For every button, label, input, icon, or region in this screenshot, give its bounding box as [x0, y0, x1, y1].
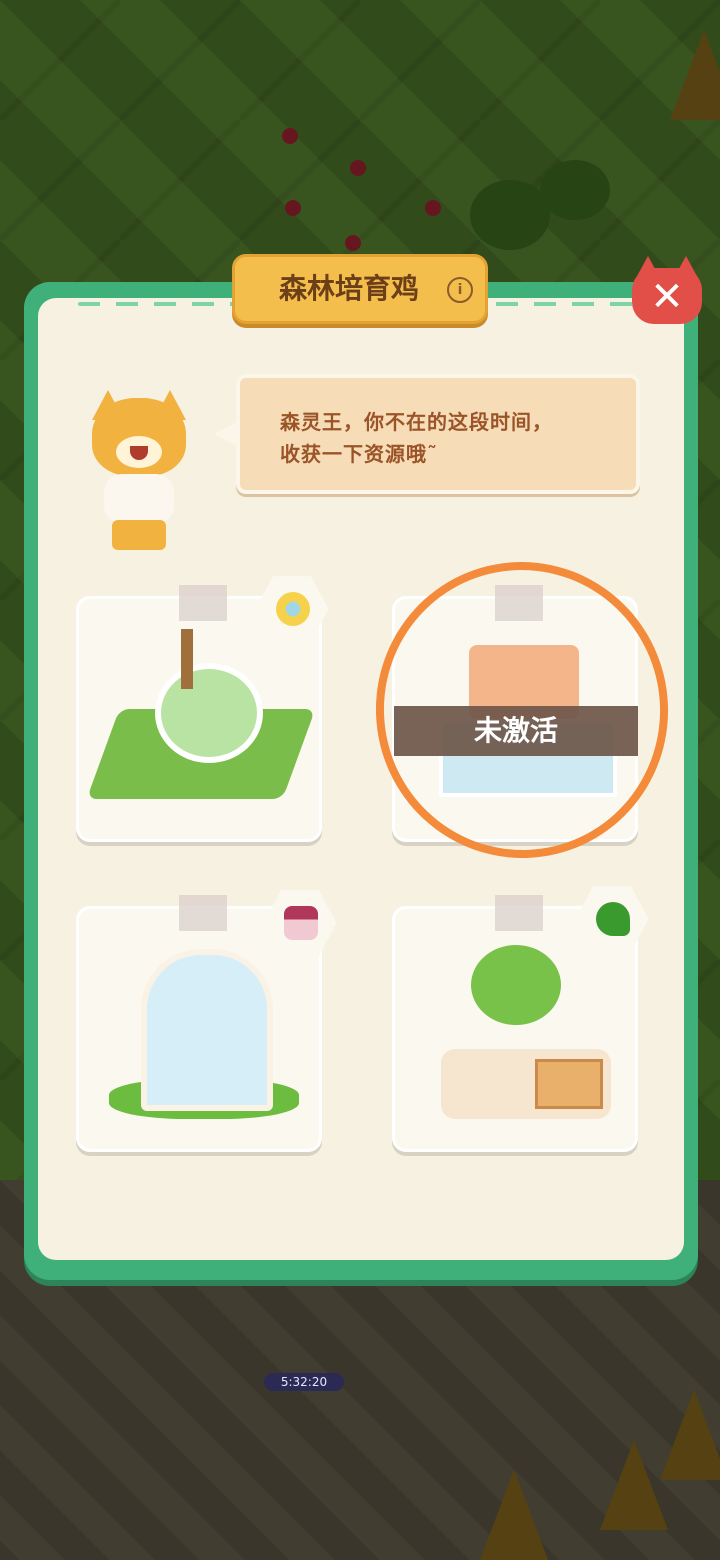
cat-shirt	[104, 474, 174, 524]
tape-decoration	[179, 895, 227, 931]
spiral-orb-icon	[276, 592, 310, 626]
building-timer: 5:32:20	[264, 1373, 344, 1391]
resource-badge	[574, 884, 650, 954]
resource-badge	[262, 888, 338, 958]
well-pot-art	[155, 663, 263, 763]
tape-decoration	[495, 895, 543, 931]
speech-bubble: 森灵王，你不在的这段时间， 收获一下资源哦˜	[236, 374, 640, 494]
cat-legs	[112, 520, 166, 550]
cat-npc-avatar	[78, 390, 198, 560]
info-icon[interactable]: i	[447, 277, 473, 303]
dialog-title: 森林培育鸡	[278, 272, 419, 305]
greenhouse-rack-art	[141, 949, 273, 1111]
close-button[interactable]: ✕	[632, 256, 702, 324]
jam-jar-icon	[284, 906, 318, 940]
signpost-art	[181, 629, 193, 689]
clover-sprout-icon	[596, 902, 630, 936]
slime-art	[471, 945, 561, 1025]
tape-decoration	[179, 585, 227, 621]
resource-badge	[254, 574, 330, 644]
speech-line-1: 森灵王，你不在的这段时间，	[280, 410, 553, 434]
speech-line-2: 收获一下资源哦˜	[280, 442, 438, 466]
dialog-title-tab: 森林培育鸡 i	[232, 254, 488, 324]
gift-box-art	[535, 1059, 603, 1109]
close-icon: ✕	[650, 274, 684, 320]
